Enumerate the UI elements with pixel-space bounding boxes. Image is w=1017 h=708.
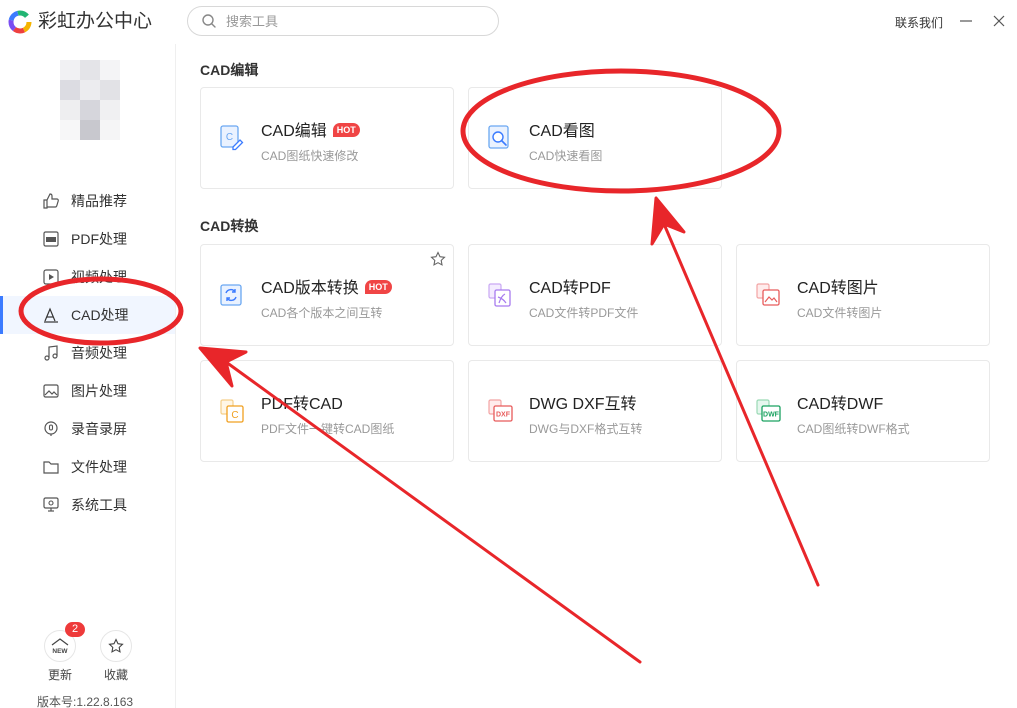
sidebar-item-label: 录音录屏 (71, 421, 127, 437)
pdf-to-cad-icon: C (220, 399, 244, 423)
cad-view-icon (488, 125, 509, 149)
svg-text:C: C (226, 132, 233, 143)
card-cad-to-pdf[interactable]: CAD转PDF CAD文件转PDF文件 (468, 244, 722, 346)
card-pdf-to-cad[interactable]: C PDF转CAD PDF文件一键转CAD图纸 (200, 360, 454, 462)
favorites-button[interactable]: 收藏 (98, 630, 134, 684)
card-cad-version-convert[interactable]: CAD版本转换 HOT CAD各个版本之间互转 (200, 244, 454, 346)
sidebar-item-recommended[interactable]: 精品推荐 (0, 182, 175, 220)
card-desc: CAD文件转图片 (797, 306, 883, 320)
close-icon[interactable] (991, 13, 1007, 29)
cad-to-pdf-icon (488, 283, 511, 307)
contact-us-link[interactable]: 联系我们 (895, 14, 943, 31)
dwf-icon-text: DWF (763, 412, 780, 419)
sidebar-item-label: 系统工具 (71, 497, 127, 513)
sidebar-item-file[interactable]: 文件处理 (0, 448, 175, 486)
card-title-text: CAD编辑 (261, 123, 327, 140)
section-title-cad-convert: CAD转换 (200, 218, 259, 234)
sidebar-item-video[interactable]: 视频处理 (0, 258, 175, 296)
title-bar: 彩虹办公中心 联系我们 (0, 0, 1017, 44)
cad-icon (44, 307, 58, 323)
card-title: CAD编辑 HOT (261, 117, 360, 141)
app-title: 彩虹办公中心 (38, 11, 153, 32)
card-cad-edit[interactable]: C CAD编辑 HOT CAD图纸快速修改 (200, 87, 454, 189)
video-icon (43, 269, 59, 285)
new-icon-text: NEW (52, 648, 68, 655)
card-desc: PDF文件一键转CAD图纸 (261, 422, 395, 436)
music-icon (44, 345, 58, 361)
image-icon (43, 384, 59, 398)
sidebar-item-record[interactable]: 录音录屏 (0, 410, 175, 448)
search-icon (202, 14, 216, 28)
card-desc: CAD快速看图 (529, 149, 603, 163)
search-box[interactable] (187, 6, 499, 36)
favorite-star-icon[interactable] (430, 251, 446, 267)
section-title-cad-edit: CAD编辑 (200, 62, 259, 78)
star-icon (108, 638, 124, 653)
sidebar-item-image[interactable]: 图片处理 (0, 372, 175, 410)
system-tool-icon (43, 497, 59, 512)
card-desc: CAD各个版本之间互转 (261, 306, 383, 320)
card-desc: CAD文件转PDF文件 (529, 306, 639, 320)
minimize-icon[interactable] (958, 13, 974, 29)
dxf-icon-text: DXF (496, 412, 511, 419)
sidebar: 精品推荐 PDF处理 视频处理 CAD处理 音频处理 图片处理 录音录屏 文件处… (0, 44, 176, 708)
dwg-dxf-icon: DXF (488, 399, 513, 422)
update-button[interactable]: NEW 2 更新 (42, 622, 85, 684)
update-badge: 2 (65, 622, 85, 637)
rainbow-logo-icon (8, 10, 32, 34)
version-text: 版本号:1.22.8.163 (37, 695, 134, 708)
pdf-icon (43, 231, 59, 247)
card-title: CAD转PDF (529, 280, 611, 297)
cad-to-image-icon (756, 283, 780, 306)
card-title: CAD版本转换 HOT (261, 274, 392, 298)
card-desc: CAD图纸快速修改 (261, 149, 359, 163)
record-icon (44, 421, 58, 436)
sidebar-item-audio[interactable]: 音频处理 (0, 334, 175, 372)
cad-to-dwf-icon: DWF (756, 399, 781, 422)
sidebar-item-label: 文件处理 (71, 459, 127, 475)
sidebar-item-label: PDF处理 (71, 231, 127, 247)
card-title: CAD看图 (529, 123, 595, 140)
card-cad-to-image[interactable]: CAD转图片 CAD文件转图片 (736, 244, 990, 346)
new-house-icon: NEW (51, 638, 68, 655)
cad-edit-icon: C (220, 125, 244, 151)
hot-badge: HOT (364, 280, 392, 294)
sidebar-nav: 精品推荐 PDF处理 视频处理 CAD处理 音频处理 图片处理 录音录屏 文件处… (0, 182, 175, 524)
card-title: CAD转DWF (797, 396, 884, 413)
cad-version-icon (220, 284, 242, 306)
svg-text:C: C (231, 410, 238, 421)
sidebar-item-label: CAD处理 (71, 307, 129, 323)
sidebar-item-label: 精品推荐 (71, 193, 127, 209)
card-desc: DWG与DXF格式互转 (529, 422, 643, 436)
card-cad-view[interactable]: CAD看图 CAD快速看图 (468, 87, 722, 189)
sidebar-item-system[interactable]: 系统工具 (0, 486, 175, 524)
card-dwg-dxf-convert[interactable]: DXF DWG DXF互转 DWG与DXF格式互转 (468, 360, 722, 462)
card-desc: CAD图纸转DWF格式 (797, 422, 910, 436)
avatar[interactable] (60, 60, 120, 140)
card-title-text: CAD版本转换 (261, 280, 359, 297)
sidebar-item-label: 视频处理 (71, 269, 127, 285)
card-title: DWG DXF互转 (529, 396, 637, 413)
sidebar-item-cad[interactable]: CAD处理 (0, 296, 175, 334)
sidebar-item-label: 图片处理 (71, 383, 127, 399)
card-title: CAD转图片 (797, 280, 879, 297)
card-title: PDF转CAD (261, 396, 343, 413)
update-label: 更新 (47, 668, 72, 682)
card-cad-to-dwf[interactable]: DWF CAD转DWF CAD图纸转DWF格式 (736, 360, 990, 462)
sidebar-bottom-actions: NEW 2 更新 收藏 (38, 622, 148, 690)
search-input[interactable] (226, 11, 486, 31)
folder-icon (43, 461, 59, 474)
hot-badge: HOT (332, 123, 360, 137)
thumbs-up-icon (43, 193, 59, 209)
sidebar-item-pdf[interactable]: PDF处理 (0, 220, 175, 258)
sidebar-item-label: 音频处理 (71, 345, 127, 361)
favorites-label: 收藏 (103, 668, 128, 682)
favorites-circle (100, 630, 132, 662)
